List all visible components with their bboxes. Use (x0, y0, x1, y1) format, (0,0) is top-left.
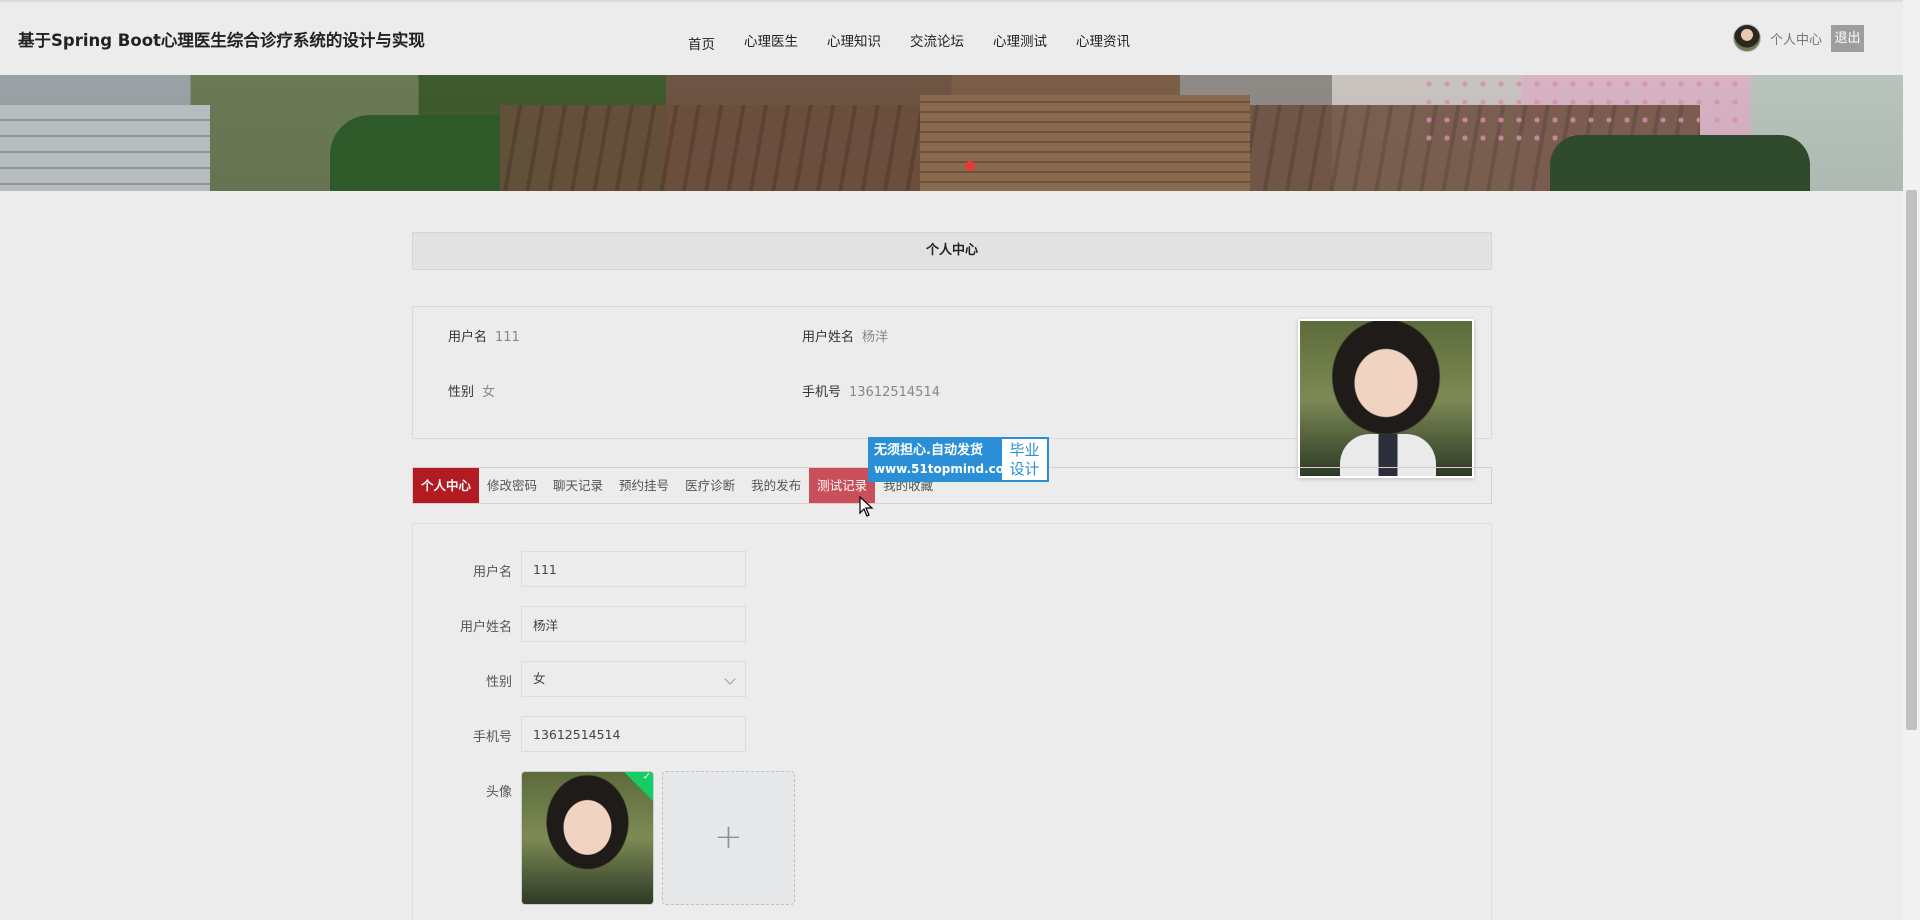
nav-item-forum[interactable]: 交流论坛 (910, 30, 964, 53)
form-realname-label: 用户姓名 (459, 620, 512, 635)
info-realname-value: 杨洋 (862, 330, 889, 345)
username-field[interactable] (521, 551, 746, 587)
info-phone: 手机号 13612514514 (802, 381, 940, 400)
tab-appointments[interactable]: 预约挂号 (611, 468, 677, 503)
nav-item-test[interactable]: 心理测试 (993, 30, 1047, 53)
user-center-link[interactable]: 个人中心 (1770, 29, 1822, 48)
banner-scenery (920, 95, 1250, 191)
site-title: 基于Spring Boot心理医生综合诊疗系统的设计与实现 (18, 31, 425, 50)
tab-profile[interactable]: 个人中心 (413, 468, 480, 503)
form-gender-label: 性别 (485, 675, 512, 690)
upload-success-badge: ✓ (624, 771, 653, 801)
watermark-badge: 无须担心.自动发货 www.51topmind.com 毕业 设计 (868, 437, 1049, 482)
info-phone-label: 手机号 (802, 385, 842, 400)
info-gender-value: 女 (482, 385, 496, 400)
avatar[interactable] (1733, 24, 1761, 52)
avatar-upload-button[interactable]: + (662, 771, 795, 905)
info-phone-value: 13612514514 (849, 385, 940, 400)
gender-select[interactable]: 女 (521, 661, 746, 697)
logout-button[interactable]: 退出 (1831, 24, 1865, 52)
info-gender: 性别女 (448, 381, 495, 400)
form-phone-label: 手机号 (472, 730, 512, 745)
top-header: 基于Spring Boot心理医生综合诊疗系统的设计与实现 首页 心理医生 心理… (0, 0, 1903, 75)
nav-item-news[interactable]: 心理资讯 (1076, 30, 1130, 53)
banner-scenery (0, 105, 210, 191)
phone-field[interactable] (521, 716, 746, 752)
profile-photo (1298, 319, 1474, 478)
tab-chat-history[interactable]: 聊天记录 (545, 468, 611, 503)
nav-item-knowledge[interactable]: 心理知识 (827, 30, 881, 53)
banner-scenery (1550, 135, 1810, 191)
main-nav: 首页 心理医生 心理知识 交流论坛 心理测试 心理资讯 (688, 30, 1159, 53)
tab-diagnosis[interactable]: 医疗诊断 (677, 468, 743, 503)
info-gender-label: 性别 (448, 385, 475, 400)
form-avatar-label: 头像 (485, 785, 512, 800)
page-title: 个人中心 (412, 232, 1492, 270)
user-area: 个人中心 退出 (1733, 24, 1865, 52)
info-realname-label: 用户姓名 (802, 330, 855, 345)
info-username-label: 用户名 (448, 330, 488, 345)
avatar-preview[interactable]: ✓ (521, 771, 654, 905)
info-realname: 用户姓名 杨洋 (802, 326, 888, 345)
info-username-value: 111 (495, 330, 520, 345)
watermark-tag-line1: 毕业 (1009, 441, 1040, 459)
tab-my-posts[interactable]: 我的发布 (743, 468, 809, 503)
watermark-tag-line2: 设计 (1009, 460, 1040, 478)
watermark-line1: 无须担心.自动发货 (874, 443, 983, 458)
nav-item-home[interactable]: 首页 (688, 33, 715, 53)
banner-carousel (0, 75, 1903, 191)
check-icon: ✓ (642, 771, 651, 783)
gender-select-value: 女 (533, 671, 546, 686)
watermark-url: www.51topmind.com (874, 462, 1017, 476)
carousel-indicator[interactable] (965, 161, 975, 171)
mouse-cursor-icon (859, 496, 874, 517)
nav-item-doctors[interactable]: 心理医生 (744, 30, 798, 53)
watermark-tag: 毕业 设计 (1002, 439, 1047, 480)
form-username-label: 用户名 (472, 565, 512, 580)
watermark-text: 无须担心.自动发货 www.51topmind.com (870, 439, 1017, 480)
tab-change-password[interactable]: 修改密码 (479, 468, 545, 503)
info-username: 用户名 111 (448, 326, 520, 345)
realname-field[interactable] (521, 606, 746, 642)
scrollbar-thumb[interactable] (1906, 190, 1917, 730)
